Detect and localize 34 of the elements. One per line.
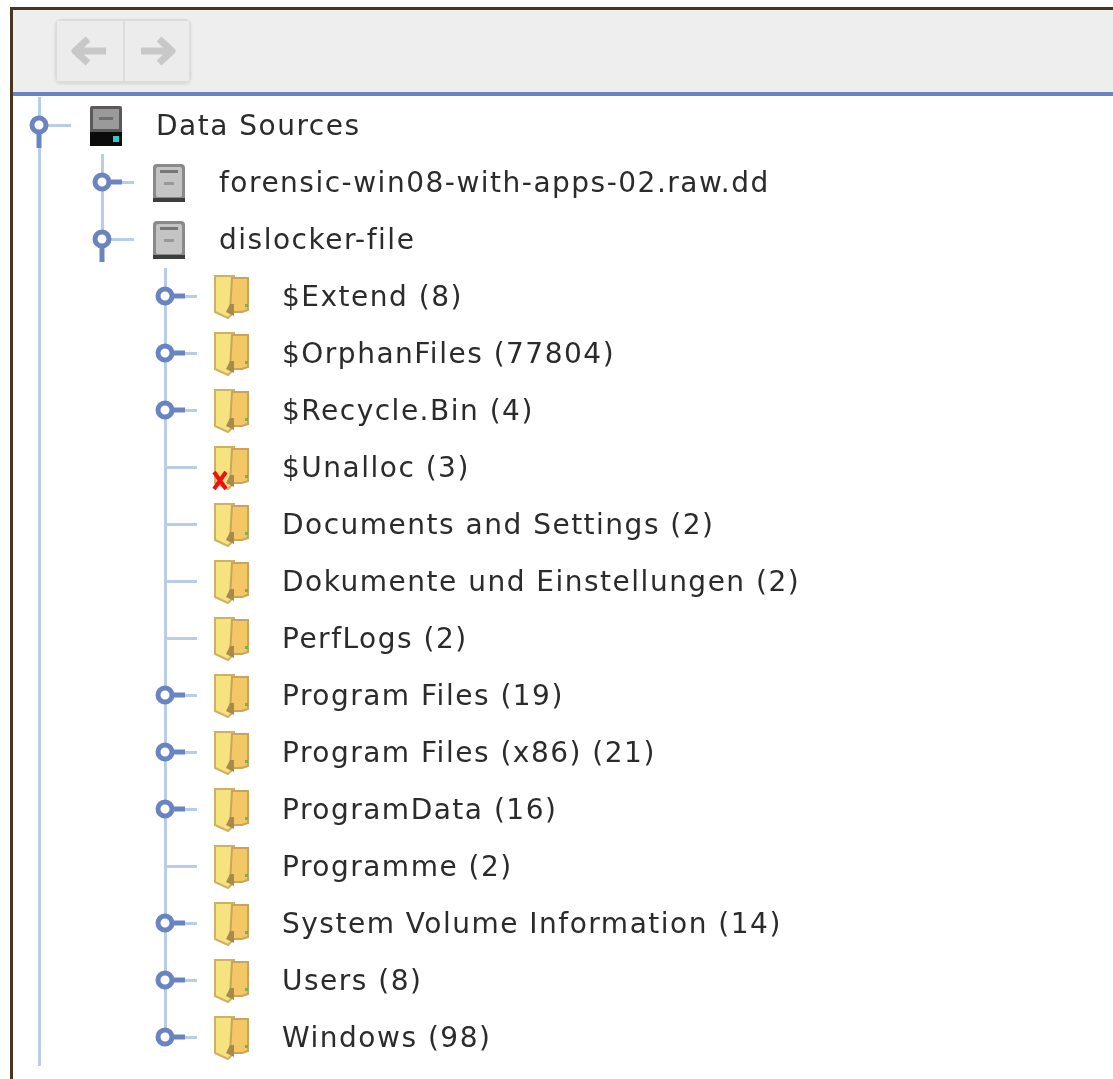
tree-item-label: $OrphanFiles (77804) bbox=[282, 337, 616, 370]
tree-item-label: $Unalloc (3) bbox=[282, 451, 470, 484]
tree-item[interactable]: Documents and Settings (2) bbox=[13, 496, 1113, 553]
tree-item[interactable]: dislocker-file bbox=[13, 211, 1113, 268]
tree-item[interactable]: $OrphanFiles (77804) bbox=[13, 325, 1113, 382]
tree-item[interactable]: $Recycle.Bin (4) bbox=[13, 382, 1113, 439]
tree-item-label: Documents and Settings (2) bbox=[282, 508, 715, 541]
tree-item-label: dislocker-file bbox=[219, 223, 416, 256]
tree-item[interactable]: Windows (98) bbox=[13, 1009, 1113, 1066]
tree-item-label: Windows (98) bbox=[282, 1021, 492, 1054]
tree-item-label: Users (8) bbox=[282, 964, 423, 997]
tree-item[interactable]: Program Files (19) bbox=[13, 667, 1113, 724]
tree-item-label: PerfLogs (2) bbox=[282, 622, 468, 655]
tree-item-label: $Extend (8) bbox=[282, 280, 463, 313]
tree-item[interactable]: ProgramData (16) bbox=[13, 781, 1113, 838]
tree-item-label: forensic-win08-with-apps-02.raw.dd bbox=[219, 166, 770, 199]
tree-item-label: ProgramData (16) bbox=[282, 793, 558, 826]
tree-item-label: $Recycle.Bin (4) bbox=[282, 394, 534, 427]
tree-item-label: Program Files (x86) (21) bbox=[282, 736, 656, 769]
tree-item[interactable]: Data Sources bbox=[13, 97, 1113, 154]
tree-item[interactable]: Program Files (x86) (21) bbox=[13, 724, 1113, 781]
tree-item-label: Dokumente und Einstellungen (2) bbox=[282, 565, 801, 598]
tree-item[interactable]: forensic-win08-with-apps-02.raw.dd bbox=[13, 154, 1113, 211]
tree-item[interactable]: System Volume Information (14) bbox=[13, 895, 1113, 952]
tree-item-label: Programme (2) bbox=[282, 850, 513, 883]
tree-item-label: Data Sources bbox=[156, 109, 361, 142]
tree-item[interactable]: $Unalloc (3) bbox=[13, 439, 1113, 496]
tree-item-label: Program Files (19) bbox=[282, 679, 564, 712]
tree-item[interactable]: Programme (2) bbox=[13, 838, 1113, 895]
tree-item-label: System Volume Information (14) bbox=[282, 907, 782, 940]
tree-item[interactable]: Users (8) bbox=[13, 952, 1113, 1009]
tree-item[interactable]: Dokumente und Einstellungen (2) bbox=[13, 553, 1113, 610]
tree-item[interactable]: $Extend (8) bbox=[13, 268, 1113, 325]
tree-item[interactable]: PerfLogs (2) bbox=[13, 610, 1113, 667]
